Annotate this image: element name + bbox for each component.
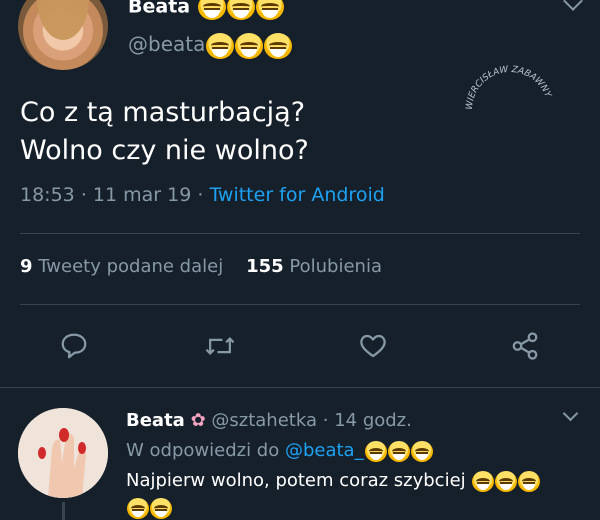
retweet-button[interactable]	[200, 326, 240, 366]
divider	[20, 233, 580, 234]
share-icon	[512, 332, 538, 360]
in-reply-prefix: W odpowiedzi do	[126, 440, 280, 461]
tweet-text-line2: Wolno czy nie wolno?	[20, 135, 309, 166]
laughing-face-emoji-icon	[206, 32, 235, 59]
laughing-face-emoji-icon	[127, 498, 149, 519]
laughing-face-emoji-icon	[255, 0, 284, 20]
author-avatar[interactable]	[18, 0, 108, 70]
retweets-count: 9	[20, 256, 33, 277]
reply-icon	[61, 333, 87, 359]
retweet-icon	[205, 337, 235, 355]
laughing-face-emoji-icon	[518, 470, 541, 492]
author-handle[interactable]: @beata	[128, 32, 205, 56]
laughing-face-emoji-icon	[235, 32, 264, 59]
watermark-text: WIERCISŁAW ZABAWNY	[465, 65, 553, 111]
laughing-face-emoji-icon	[226, 0, 255, 20]
reply-author-handle[interactable]: @sztahetka	[211, 410, 317, 431]
laughing-face-emoji-icon	[150, 498, 172, 519]
tweet-text: Co z tą masturbacją? Wolno czy nie wolno…	[20, 94, 309, 170]
reply-author-avatar[interactable]	[18, 408, 108, 498]
likes-count: 155	[246, 256, 284, 277]
reply-separator: ·	[322, 410, 329, 431]
like-button[interactable]	[353, 326, 393, 366]
tweet-date: 11 mar 19	[92, 184, 192, 206]
reply-author-name[interactable]: Beata	[126, 410, 185, 431]
in-reply-to: W odpowiedzi do @beata_	[126, 440, 433, 462]
watermark: WIERCISŁAW ZABAWNY	[465, 65, 553, 111]
retweets-label: Tweety podane dalej	[38, 256, 224, 277]
reply-time[interactable]: 14 godz.	[334, 410, 412, 431]
likes-stat[interactable]: 155 Polubienia	[246, 256, 382, 277]
tweet-stats: 9 Tweety podane dalej 155 Polubienia	[20, 256, 382, 277]
svg-text:WIERCISŁAW ZABAWNY: WIERCISŁAW ZABAWNY	[465, 65, 553, 111]
laughing-face-emoji-icon	[264, 32, 293, 59]
laughing-face-emoji-icon	[472, 470, 495, 492]
reply-text-emoji-row	[126, 498, 172, 519]
reply-text: Najpierw wolno, potem coraz szybciej	[126, 470, 466, 491]
laughing-face-emoji-icon	[495, 470, 518, 492]
laughing-face-emoji-icon	[410, 440, 433, 462]
thread-line	[62, 502, 65, 520]
reply-header: Beata ✿ @sztahetka · 14 godz.	[126, 410, 412, 431]
section-divider	[0, 387, 600, 388]
author-name[interactable]: Beata	[128, 0, 190, 18]
author-handle-row[interactable]: @beata	[128, 32, 293, 59]
chevron-down-icon[interactable]	[563, 0, 583, 11]
reply-button[interactable]	[54, 326, 94, 366]
cherry-blossom-emoji-icon: ✿	[190, 410, 206, 431]
tweet-time: 18:53	[20, 184, 75, 206]
author-name-row[interactable]: Beata	[128, 0, 284, 20]
divider	[20, 304, 580, 305]
reply-text-row: Najpierw wolno, potem coraz szybciej	[126, 470, 541, 492]
in-reply-handle[interactable]: @beata_	[285, 440, 364, 461]
laughing-face-emoji-icon	[387, 440, 410, 462]
likes-label: Polubienia	[289, 256, 382, 277]
chevron-down-icon[interactable]	[562, 405, 579, 422]
laughing-face-emoji-icon	[197, 0, 226, 20]
tweet-meta: 18:53 · 11 mar 19 · Twitter for Android	[20, 184, 385, 206]
hand-avatar-image	[18, 408, 108, 498]
retweets-stat[interactable]: 9 Tweety podane dalej	[20, 256, 223, 277]
tweet-text-line1: Co z tą masturbacją?	[20, 97, 306, 128]
laughing-face-emoji-icon	[364, 440, 387, 462]
heart-icon	[360, 334, 386, 358]
tweet-source-link[interactable]: Twitter for Android	[209, 184, 384, 206]
share-button[interactable]	[505, 326, 545, 366]
